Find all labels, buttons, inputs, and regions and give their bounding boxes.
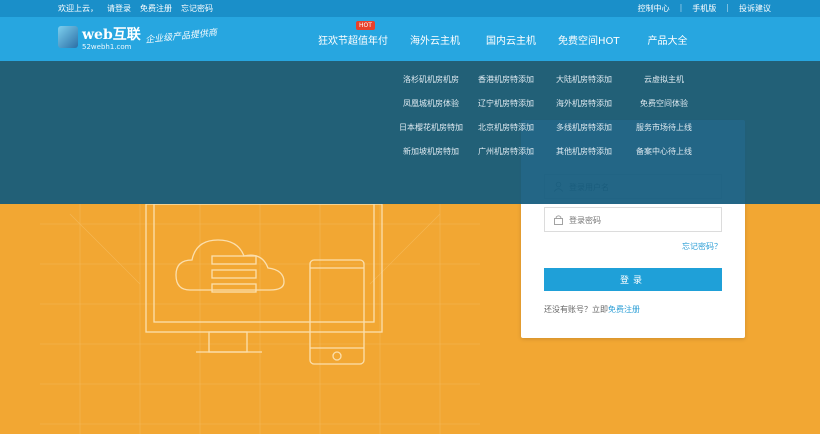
main-nav: 狂欢节超值年付 HOT 海外云主机 国内云主机 免费空间HOT 产品大全 — [318, 17, 688, 61]
products-dropdown-menu: 洛杉矶机房机房 香港机房特添加 大陆机房特添加 云虚拟主机 凤凰城机房体验 辽宁… — [0, 61, 820, 204]
logo-name: web互联 — [82, 27, 141, 43]
dropdown-item[interactable]: 广州机房特添加 — [468, 145, 544, 158]
dropdown-item[interactable]: 辽宁机房特添加 — [468, 97, 544, 110]
forgot-password-link[interactable]: 忘记密码 — [181, 3, 213, 14]
dropdown-item[interactable]: 云虚拟主机 — [624, 73, 704, 86]
dropdown-item[interactable]: 免费空间体验 — [624, 97, 704, 110]
dropdown-item[interactable]: 新加坡机房特加 — [394, 145, 468, 158]
logo-domain: 52webh1.com — [82, 43, 132, 51]
dropdown-item[interactable]: 洛杉矶机房机房 — [394, 73, 468, 86]
nav-item-free-space[interactable]: 免费空间HOT — [558, 32, 620, 47]
nav-item-label: 狂欢节超值年付 — [318, 35, 388, 47]
password-field[interactable] — [544, 207, 722, 232]
dropdown-item[interactable]: 日本樱花机房特加 — [394, 121, 468, 134]
logo-icon — [58, 26, 78, 48]
lock-icon — [554, 215, 563, 225]
no-account-text: 还没有账号？立即 — [544, 305, 608, 314]
dropdown-item[interactable]: 北京机房特添加 — [468, 121, 544, 134]
dropdown-item[interactable]: 服务市场待上线 — [624, 121, 704, 134]
hot-badge: HOT — [356, 20, 375, 30]
dropdown-item[interactable]: 大陆机房特添加 — [544, 73, 624, 86]
dropdown-item[interactable]: 多线机房特添加 — [544, 121, 624, 134]
logo[interactable]: web互联 52webh1.com — [58, 24, 158, 56]
dropdown-item[interactable]: 海外机房特添加 — [544, 97, 624, 110]
separator: | — [726, 3, 729, 12]
nav-item-domestic-cloud[interactable]: 国内云主机 — [486, 32, 536, 47]
dropdown-item[interactable]: 香港机房特添加 — [468, 73, 544, 86]
mobile-link[interactable]: 手机版 — [692, 3, 716, 14]
password-input[interactable] — [569, 211, 717, 229]
nav-item-festival[interactable]: 狂欢节超值年付 HOT — [318, 20, 388, 47]
main-header: web互联 52webh1.com 企业级产品提供商 狂欢节超值年付 HOT 海… — [0, 17, 820, 61]
complaint-link[interactable]: 投诉建议 — [739, 3, 771, 14]
forgot-password-link[interactable]: 忘记密码？ — [682, 241, 722, 252]
nav-item-all-products[interactable]: 产品大全 — [648, 32, 688, 47]
dropdown-item[interactable]: 其他机房特添加 — [544, 145, 624, 158]
login-link[interactable]: 请登录 — [107, 3, 131, 14]
dropdown-grid: 洛杉矶机房机房 香港机房特添加 大陆机房特添加 云虚拟主机 凤凰城机房体验 辽宁… — [394, 73, 704, 158]
register-link[interactable]: 免费注册 — [140, 3, 172, 14]
nav-item-overseas-cloud[interactable]: 海外云主机 — [410, 32, 460, 47]
separator: | — [679, 3, 683, 12]
dropdown-item[interactable]: 凤凰城机房体验 — [394, 97, 468, 110]
welcome-text: 欢迎上云， — [58, 4, 98, 13]
top-bar: 欢迎上云， 请登录 免费注册 忘记密码 控制中心 | 手机版 | 投诉建议 — [0, 0, 820, 17]
login-button[interactable]: 登录 — [544, 268, 722, 291]
register-link[interactable]: 免费注册 — [608, 305, 640, 314]
register-prompt: 还没有账号？立即免费注册 — [544, 304, 640, 315]
dropdown-item[interactable]: 备案中心待上线 — [624, 145, 704, 158]
control-panel-link[interactable]: 控制中心 — [638, 3, 670, 14]
